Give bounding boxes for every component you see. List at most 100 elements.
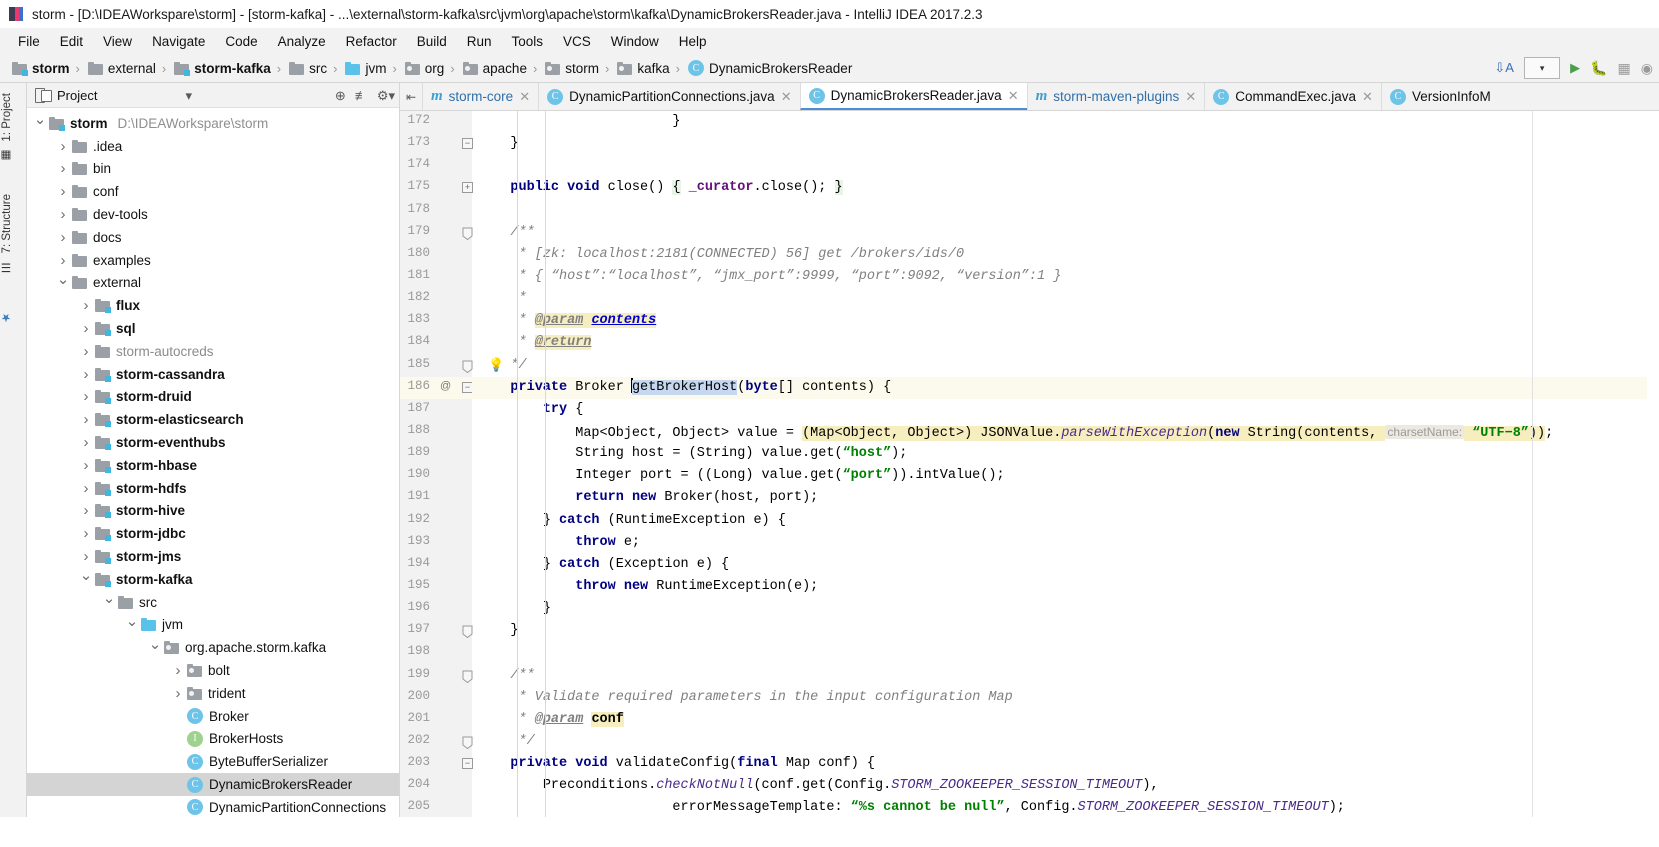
gutter-line[interactable]: 204 [400, 775, 472, 797]
scroll-from-source-icon[interactable]: ⊕ [335, 89, 346, 102]
code-line[interactable]: */ [472, 355, 1659, 377]
gutter-line[interactable]: 203− [400, 753, 473, 775]
gutter-line[interactable]: 205 [400, 797, 472, 817]
gutter-line[interactable]: 189 [400, 443, 472, 465]
chevron-down-icon[interactable] [31, 114, 49, 132]
chevron-right-icon[interactable] [54, 160, 72, 177]
code-line[interactable]: /** [472, 665, 1659, 687]
gutter-line[interactable]: 173− [400, 133, 473, 155]
tree-node-docs[interactable]: docs [27, 226, 399, 249]
editor-tab-dynamicpartitionconnections-java[interactable]: C DynamicPartitionConnections.java ✕ [538, 83, 800, 110]
pin-tab-icon[interactable]: ⇤ [400, 83, 422, 110]
gutter-line[interactable]: 197 [400, 620, 473, 642]
code-line[interactable]: public void close() { _curator.close(); … [472, 177, 1659, 199]
chevron-right-icon[interactable] [77, 457, 95, 474]
menu-item-window[interactable]: Window [601, 31, 669, 52]
tree-node-external[interactable]: external [27, 272, 399, 295]
chevron-down-icon[interactable] [123, 616, 141, 634]
code-line[interactable]: /** [472, 222, 1659, 244]
code-line[interactable]: errorMessageTemplate: “%s cannot be null… [472, 111, 1659, 817]
chevron-right-icon[interactable] [54, 138, 72, 155]
menu-item-analyze[interactable]: Analyze [268, 31, 336, 52]
code-line[interactable]: throw new RuntimeException(e); [472, 111, 1659, 817]
code-editor[interactable]: 172 173−174 175 +178 179 180 181 182 183 184 185 💡 1… [400, 111, 1659, 817]
chevron-down-icon[interactable] [100, 593, 118, 611]
sort-alphabetically-icon[interactable]: ⇩A [1494, 58, 1514, 78]
menu-item-tools[interactable]: Tools [502, 31, 554, 52]
tool-window-tab-project[interactable]: ▦ 1: Project [0, 87, 26, 169]
chevron-right-icon[interactable] [77, 434, 95, 451]
chevron-right-icon[interactable] [77, 525, 95, 542]
code-line[interactable]: } [472, 111, 1659, 817]
code-line[interactable] [472, 200, 1659, 222]
tree-node-brokerhosts[interactable]: I BrokerHosts [27, 728, 399, 751]
menu-item-build[interactable]: Build [407, 31, 457, 52]
code-line[interactable]: } [472, 111, 1659, 817]
tree-node-jvm[interactable]: jvm [27, 614, 399, 637]
menu-item-file[interactable]: File [8, 31, 50, 52]
tree-node-storm-elasticsearch[interactable]: storm-elasticsearch [27, 408, 399, 431]
tree-node-src[interactable]: src [27, 591, 399, 614]
code-line[interactable]: private void validateConfig(final Map co… [472, 753, 1659, 775]
override-marker-icon[interactable]: @ [440, 380, 451, 392]
menu-item-help[interactable]: Help [669, 31, 717, 52]
chevron-down-icon[interactable] [146, 639, 164, 657]
close-tab-icon[interactable]: ✕ [781, 89, 792, 105]
code-line[interactable]: } catch (Exception e) { [472, 111, 1659, 817]
code-line[interactable]: * @param contents [472, 310, 1659, 332]
tree-node-bytebufferserializer[interactable]: C ByteBufferSerializer [27, 750, 399, 773]
breadcrumb-item-storm[interactable]: storm › [8, 55, 84, 81]
tree-node-bin[interactable]: bin [27, 158, 399, 181]
tree-node-storm[interactable]: storm D:\IDEAWorkspare\storm [27, 112, 399, 135]
tree-node-sql[interactable]: sql [27, 317, 399, 340]
run-with-coverage-icon[interactable]: ▦ [1618, 60, 1631, 77]
chevron-right-icon[interactable] [77, 480, 95, 497]
gutter-line[interactable]: 172 [400, 111, 472, 133]
tree-node-storm-cassandra[interactable]: storm-cassandra [27, 363, 399, 386]
run-icon[interactable]: ▶ [1570, 60, 1580, 76]
tree-node--idea[interactable]: .idea [27, 135, 399, 158]
chevron-down-icon[interactable] [54, 274, 72, 292]
chevron-right-icon[interactable] [169, 685, 187, 702]
gutter-line[interactable]: 185 💡 [400, 355, 504, 377]
gutter-line[interactable]: 181 [400, 266, 472, 288]
code-line[interactable]: * @param conf [472, 709, 1659, 731]
gutter-line[interactable]: 201 [400, 709, 472, 731]
tree-node-conf[interactable]: conf [27, 180, 399, 203]
editor-scrollbar[interactable] [1647, 111, 1659, 817]
editor-gutter[interactable]: 172 173−174 175 +178 179 180 181 182 183 184 185 💡 1… [400, 111, 504, 817]
gutter-line[interactable]: 188 [400, 421, 472, 443]
editor-tab-storm-core[interactable]: m storm-core ✕ [422, 83, 538, 110]
chevron-right-icon[interactable] [77, 320, 95, 337]
tool-window-tab-favorites[interactable]: ★ [0, 301, 26, 331]
code-line[interactable] [472, 642, 1659, 664]
code-line[interactable]: return new Broker(host, port); [472, 111, 1659, 817]
editor-tab-versioninfom[interactable]: C VersionInfoM [1380, 83, 1499, 110]
gutter-line[interactable]: 191 [400, 487, 472, 509]
chevron-right-icon[interactable] [54, 183, 72, 200]
breadcrumb-item-storm-kafka[interactable]: storm-kafka › [170, 55, 285, 81]
chevron-right-icon[interactable] [77, 297, 95, 314]
chevron-right-icon[interactable] [54, 252, 72, 269]
gutter-line[interactable]: 182 [400, 288, 472, 310]
code-line[interactable]: * Validate required parameters in the in… [472, 687, 1659, 709]
gutter-line[interactable]: 199 [400, 665, 473, 687]
menu-item-edit[interactable]: Edit [50, 31, 93, 52]
gutter-line[interactable]: 195 [400, 576, 472, 598]
close-tab-icon[interactable]: ✕ [1008, 88, 1019, 104]
close-tab-icon[interactable]: ✕ [1185, 89, 1196, 105]
tree-node-storm-autocreds[interactable]: storm-autocreds [27, 340, 399, 363]
breadcrumb-item-jvm[interactable]: jvm › [341, 55, 400, 81]
breadcrumb-item-storm[interactable]: storm › [541, 55, 613, 81]
gutter-line[interactable]: 193 [400, 532, 472, 554]
gutter-line[interactable]: 178 [400, 200, 472, 222]
tree-node-trident[interactable]: trident [27, 682, 399, 705]
menu-item-view[interactable]: View [93, 31, 142, 52]
run-configuration-selector[interactable]: ▾ [1524, 57, 1561, 79]
tree-node-storm-kafka[interactable]: storm-kafka [27, 568, 399, 591]
gear-icon[interactable]: ⚙▾ [377, 89, 395, 102]
chevron-right-icon[interactable] [77, 502, 95, 519]
code-line[interactable]: throw e; [472, 111, 1659, 817]
code-line[interactable]: Map<Object, Object> value = (Map<Object,… [472, 111, 1659, 817]
gutter-line[interactable]: 179 [400, 222, 473, 244]
